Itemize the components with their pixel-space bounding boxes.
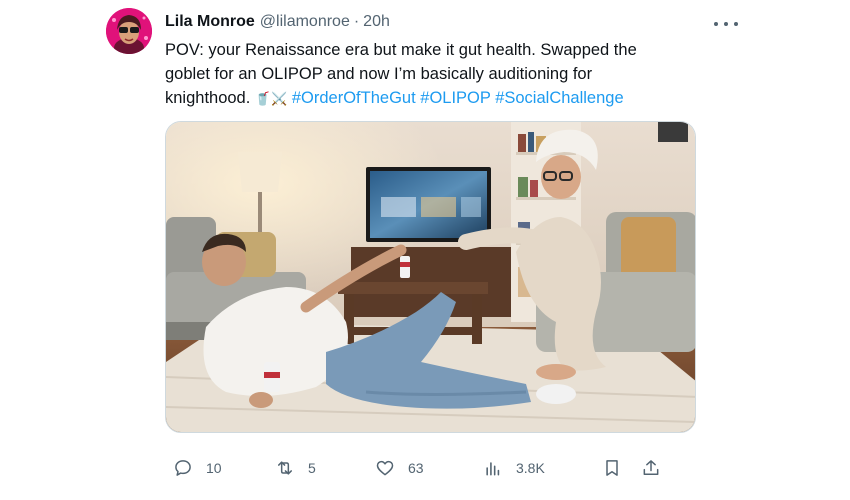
tweet-actions: 10 5 63 3.8K — [165, 454, 665, 482]
retweet-icon — [278, 461, 292, 475]
bookmark-button[interactable] — [602, 454, 622, 482]
timestamp[interactable]: 20h — [363, 13, 390, 31]
hashtag-link[interactable]: #OrderOfTheGut — [292, 89, 416, 107]
drink-sword-emoji: 🥤⚔️ — [254, 92, 288, 107]
views-button[interactable]: 3.8K — [483, 454, 545, 482]
bookmark-icon — [606, 460, 618, 476]
living-room-photo — [166, 122, 695, 432]
reply-button[interactable]: 10 — [173, 454, 222, 482]
views-icon — [486, 462, 500, 476]
tweet-photo[interactable] — [165, 121, 696, 433]
like-button[interactable]: 63 — [375, 454, 424, 482]
reply-count: 10 — [206, 460, 222, 476]
avatar-image — [106, 8, 152, 54]
retweet-count: 5 — [308, 460, 316, 476]
more-icon[interactable] — [714, 16, 738, 32]
author-name[interactable]: Lila Monroe — [165, 13, 255, 31]
tweet: Lila Monroe @lilamonroe · 20h POV: your … — [0, 0, 850, 500]
tweet-text-line-1: POV: your Renaissance era but make it gu… — [165, 41, 637, 59]
retweet-button[interactable]: 5 — [275, 454, 316, 482]
share-icon — [643, 460, 659, 475]
hashtag-link[interactable]: #OLIPOP — [420, 89, 490, 107]
share-button[interactable] — [641, 454, 661, 482]
like-count: 63 — [408, 460, 424, 476]
tweet-text-line-3: knighthood. — [165, 89, 255, 107]
tweet-header: Lila Monroe @lilamonroe · 20h — [165, 13, 390, 35]
avatar[interactable] — [106, 8, 152, 54]
hashtag-link[interactable]: #SocialChallenge — [495, 89, 623, 107]
views-count: 3.8K — [516, 460, 545, 476]
author-handle[interactable]: @lilamonroe — [260, 13, 350, 31]
heart-icon — [376, 460, 394, 476]
reply-icon — [175, 460, 191, 476]
tweet-text-line-2: goblet for an OLIPOP and now I’m basical… — [165, 65, 593, 83]
separator-dot: · — [353, 13, 360, 30]
tweet-text: POV: your Renaissance era but make it gu… — [165, 38, 685, 112]
